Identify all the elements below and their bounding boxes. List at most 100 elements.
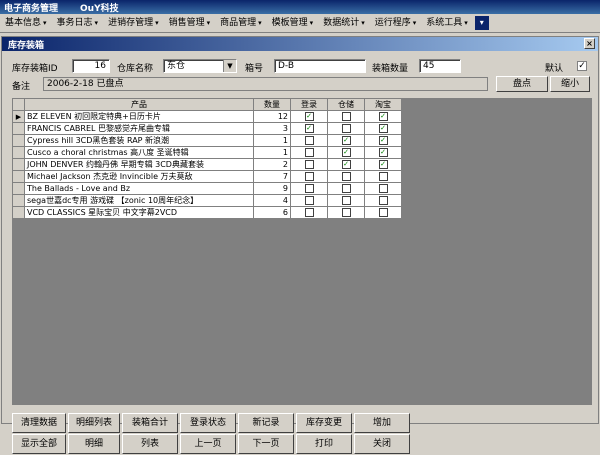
taobao-checkbox[interactable] xyxy=(378,195,388,205)
taobao-cell[interactable]: ✓ xyxy=(364,122,402,135)
warehouse-cell[interactable]: ✓ xyxy=(327,134,365,147)
table-row[interactable]: Cypress hill 3CD黑色套装 RAP 新浪潮 1 ✓ ✓ xyxy=(12,134,402,147)
table-row[interactable]: JOHN DENVER 约翰丹佛 早期专辑 3CD典藏套装 2 ✓ ✓ xyxy=(12,158,402,171)
box-qty-field[interactable]: 45 xyxy=(419,59,461,73)
taobao-cell[interactable]: ✓ xyxy=(364,146,402,159)
product-cell[interactable]: BZ ELEVEN 初回限定特典+日历卡片 xyxy=(24,110,254,123)
login-cell[interactable]: ✓ xyxy=(290,122,328,135)
warehouse-cell[interactable] xyxy=(327,110,365,123)
taobao-checkbox[interactable]: ✓ xyxy=(378,147,388,157)
close-button[interactable]: 关闭 xyxy=(354,434,410,454)
product-cell[interactable]: Cusco a choral christmas 高八度 圣诞特辑 xyxy=(24,146,254,159)
login-checkbox[interactable]: ✓ xyxy=(304,111,314,121)
product-cell[interactable]: VCD CLASSICS 星际宝贝 中文字幕2VCD xyxy=(24,206,254,219)
login-checkbox[interactable] xyxy=(304,147,314,157)
menu-statistics[interactable]: 数据统计 ▾ xyxy=(318,15,370,31)
taobao-checkbox[interactable] xyxy=(378,171,388,181)
col-taobao[interactable]: 淘宝 xyxy=(364,98,402,111)
check-inventory-button[interactable]: 盘点 xyxy=(496,76,548,92)
login-cell[interactable]: ✓ xyxy=(290,110,328,123)
col-qty[interactable]: 数量 xyxy=(253,98,291,111)
login-checkbox[interactable]: ✓ xyxy=(304,123,314,133)
qty-cell[interactable]: 4 xyxy=(253,194,291,207)
menu-system-tools[interactable]: 系统工具 ▾ xyxy=(421,15,473,31)
menu-run-program[interactable]: 运行程序 ▾ xyxy=(370,15,422,31)
taobao-cell[interactable] xyxy=(364,182,402,195)
taobao-cell[interactable]: ✓ xyxy=(364,158,402,171)
warehouse-checkbox[interactable] xyxy=(341,171,351,181)
login-cell[interactable] xyxy=(290,158,328,171)
new-record-button[interactable]: 新记录 xyxy=(238,413,294,433)
login-checkbox[interactable] xyxy=(304,183,314,193)
product-cell[interactable]: Michael Jackson 杰克逊 Invincible 万夫莫敌 xyxy=(24,170,254,183)
table-row[interactable]: FRANCIS CABREL 巴黎感觉卉尾曲专辑 3 ✓ ✓ xyxy=(12,122,402,135)
warehouse-select[interactable]: 东仓 ▼ xyxy=(163,59,237,73)
taobao-checkbox[interactable] xyxy=(378,207,388,217)
product-cell[interactable]: sega世嘉dc专用 游戏碟 【zonic 10周年纪念】 xyxy=(24,194,254,207)
row-selector[interactable] xyxy=(12,194,25,207)
login-checkbox[interactable] xyxy=(304,207,314,217)
row-selector[interactable] xyxy=(12,122,25,135)
login-checkbox[interactable] xyxy=(304,171,314,181)
warehouse-checkbox[interactable]: ✓ xyxy=(341,159,351,169)
warehouse-checkbox[interactable] xyxy=(341,183,351,193)
row-selector[interactable] xyxy=(12,146,25,159)
login-checkbox[interactable] xyxy=(304,135,314,145)
menu-templates[interactable]: 模板管理 ▾ xyxy=(267,15,319,31)
col-warehouse[interactable]: 仓储 xyxy=(327,98,365,111)
menu-sales[interactable]: 销售管理 ▾ xyxy=(164,15,216,31)
warehouse-cell[interactable]: ✓ xyxy=(327,158,365,171)
detail-list-button[interactable]: 明细列表 xyxy=(68,413,120,433)
qty-cell[interactable]: 6 xyxy=(253,206,291,219)
shrink-button[interactable]: 缩小 xyxy=(550,76,590,92)
box-total-button[interactable]: 装箱合计 xyxy=(122,413,178,433)
menu-basic-info[interactable]: 基本信息 ▾ xyxy=(0,15,52,31)
list-button[interactable]: 列表 xyxy=(122,434,178,454)
qty-cell[interactable]: 1 xyxy=(253,146,291,159)
menu-products[interactable]: 商品管理 ▾ xyxy=(215,15,267,31)
menu-transaction-log[interactable]: 事务日志 ▾ xyxy=(52,15,104,31)
qty-cell[interactable]: 3 xyxy=(253,122,291,135)
default-checkbox[interactable]: ✓ xyxy=(577,61,587,71)
qty-cell[interactable]: 9 xyxy=(253,182,291,195)
product-cell[interactable]: The Ballads - Love and Bz xyxy=(24,182,254,195)
taobao-checkbox[interactable]: ✓ xyxy=(378,111,388,121)
close-icon[interactable]: × xyxy=(584,38,595,49)
row-selector[interactable] xyxy=(12,206,25,219)
qty-cell[interactable]: 1 xyxy=(253,134,291,147)
product-cell[interactable]: JOHN DENVER 约翰丹佛 早期专辑 3CD典藏套装 xyxy=(24,158,254,171)
taobao-cell[interactable] xyxy=(364,170,402,183)
taobao-cell[interactable]: ✓ xyxy=(364,134,402,147)
table-row[interactable]: VCD CLASSICS 星际宝贝 中文字幕2VCD 6 xyxy=(12,206,402,219)
warehouse-cell[interactable]: ✓ xyxy=(327,146,365,159)
login-checkbox[interactable] xyxy=(304,195,314,205)
warehouse-checkbox[interactable] xyxy=(341,207,351,217)
qty-cell[interactable]: 7 xyxy=(253,170,291,183)
table-row[interactable]: Cusco a choral christmas 高八度 圣诞特辑 1 ✓ ✓ xyxy=(12,146,402,159)
login-cell[interactable] xyxy=(290,206,328,219)
col-login[interactable]: 登录 xyxy=(290,98,328,111)
warehouse-cell[interactable] xyxy=(327,122,365,135)
table-row[interactable]: sega世嘉dc专用 游戏碟 【zonic 10周年纪念】 4 xyxy=(12,194,402,207)
row-selector[interactable] xyxy=(12,158,25,171)
note-field[interactable]: 2006-2-18 已盘点 xyxy=(43,77,488,91)
menu-inventory[interactable]: 进销存管理 ▾ xyxy=(103,15,164,31)
detail-button[interactable]: 明细 xyxy=(68,434,120,454)
taobao-checkbox[interactable]: ✓ xyxy=(378,159,388,169)
table-row[interactable]: The Ballads - Love and Bz 9 xyxy=(12,182,402,195)
warehouse-cell[interactable] xyxy=(327,194,365,207)
table-row[interactable]: Michael Jackson 杰克逊 Invincible 万夫莫敌 7 xyxy=(12,170,402,183)
taobao-cell[interactable]: ✓ xyxy=(364,110,402,123)
login-cell[interactable] xyxy=(290,146,328,159)
login-cell[interactable] xyxy=(290,194,328,207)
qty-cell[interactable]: 12 xyxy=(253,110,291,123)
box-id-field[interactable]: 16 xyxy=(72,59,110,73)
next-page-button[interactable]: 下一页 xyxy=(238,434,294,454)
chevron-down-icon[interactable]: ▼ xyxy=(223,60,236,72)
taobao-cell[interactable] xyxy=(364,194,402,207)
show-all-button[interactable]: 显示全部 xyxy=(12,434,66,454)
inventory-change-button[interactable]: 库存变更 xyxy=(296,413,352,433)
box-no-field[interactable]: D-B xyxy=(274,59,366,73)
product-grid[interactable]: 产品 数量 登录 仓储 淘宝 ▶ BZ ELEVEN 初回限定特典+日历卡片 1… xyxy=(12,98,592,405)
col-product[interactable]: 产品 xyxy=(24,98,254,111)
